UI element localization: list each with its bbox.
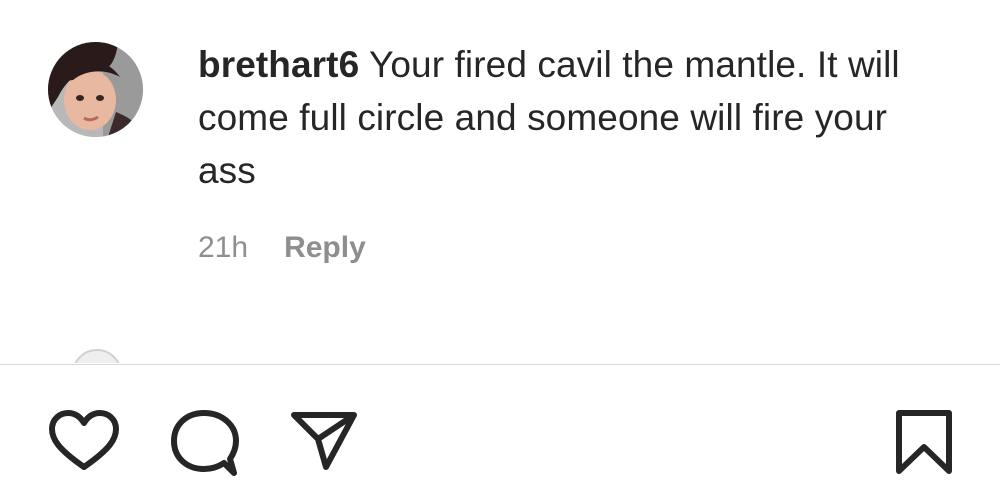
comment-timestamp: 21h	[198, 231, 249, 264]
next-comment-avatar	[72, 349, 122, 363]
like-button[interactable]	[48, 409, 120, 473]
heart-icon	[49, 410, 119, 470]
comment-text-block: brethart6 Your fired cavil the mantle. I…	[198, 38, 938, 197]
reply-button[interactable]: Reply	[284, 228, 366, 268]
comment-meta: 21h Reply	[198, 228, 366, 268]
comment-button[interactable]	[170, 409, 240, 479]
share-button[interactable]	[290, 409, 360, 473]
paper-plane-icon	[291, 412, 357, 470]
comment-username[interactable]: brethart6	[198, 44, 359, 85]
bookmark-icon	[896, 410, 952, 474]
action-bar	[0, 365, 1000, 496]
save-button[interactable]	[893, 409, 955, 477]
avatar-photo-icon	[48, 42, 143, 137]
comment-bubble-icon	[171, 410, 239, 476]
comments-screen: brethart6 Your fired cavil the mantle. I…	[0, 0, 1000, 496]
avatar[interactable]	[48, 42, 143, 137]
